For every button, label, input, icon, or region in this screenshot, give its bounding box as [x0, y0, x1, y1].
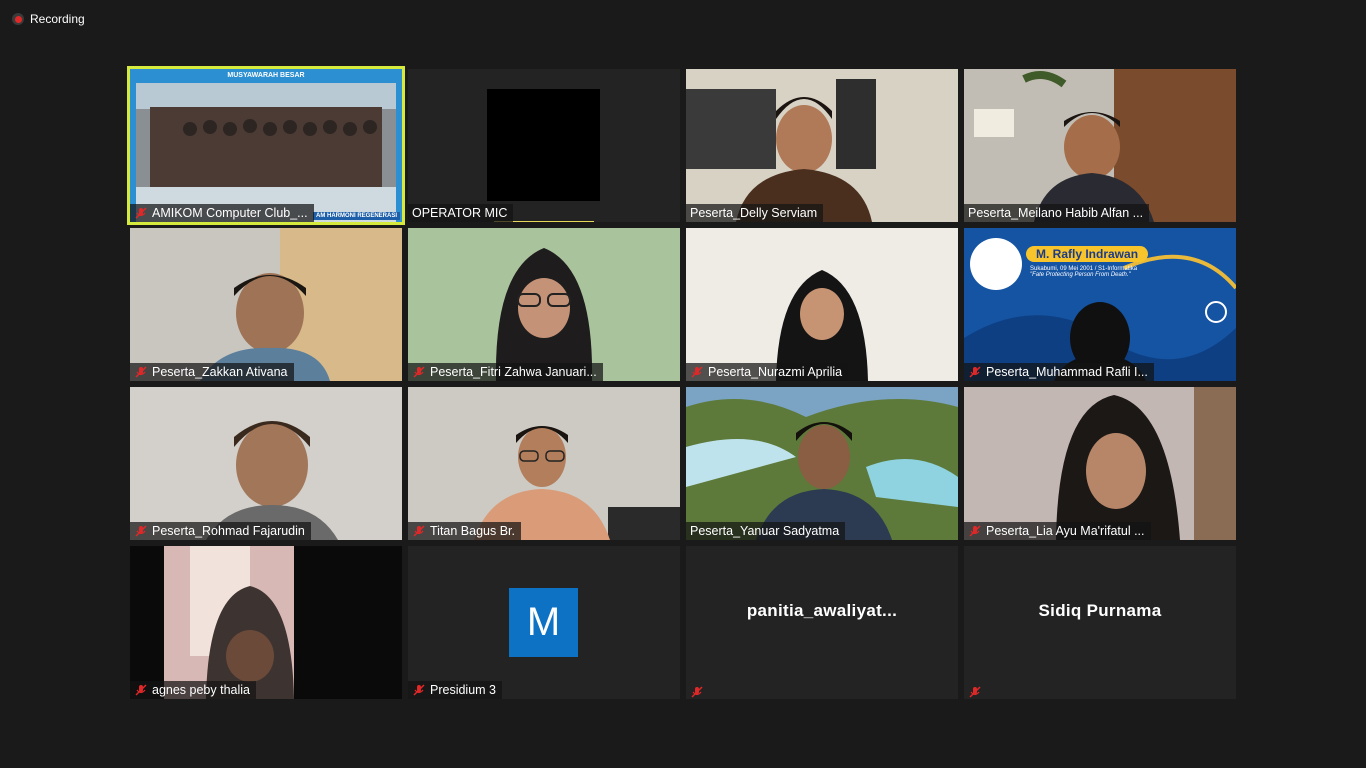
video-tile[interactable]: Sidiq Purnama — [964, 546, 1236, 699]
participant-name-tag: Peserta_Fitri Zahwa Januari... — [408, 363, 603, 381]
participant-name: Peserta_Fitri Zahwa Januari... — [430, 365, 597, 379]
card-subtitle: Sukabumi, 09 Mei 2001 / S1-Informatika "… — [1030, 266, 1160, 278]
banner-footer: AM HARMONI REGENERASI — [312, 212, 400, 220]
participant-video — [130, 546, 402, 699]
mic-muted-icon — [135, 366, 147, 378]
video-gallery: MUSYAWARAH BESAR AM HARMONI REGENERASI A… — [127, 66, 1236, 699]
video-tile[interactable]: OPERATOR MIC — [408, 69, 680, 222]
mic-muted-icon — [691, 366, 703, 378]
participant-video — [686, 69, 958, 222]
participant-display-name: Sidiq Purnama — [1038, 600, 1162, 620]
participant-name: Titan Bagus Br. — [430, 524, 515, 538]
participant-name: Peserta_Rohmad Fajarudin — [152, 524, 305, 538]
card-quote: "Fate Protecting Person From Death." — [1030, 272, 1131, 278]
participant-video — [130, 69, 402, 222]
participant-name-tag: Peserta_Meilano Habib Alfan ... — [964, 204, 1150, 222]
participant-name-tag: Peserta_Rohmad Fajarudin — [130, 522, 311, 540]
participant-display-name: panitia_awaliyat... — [746, 600, 898, 620]
avatar: M — [509, 588, 578, 657]
video-tile[interactable]: Peserta_Fitri Zahwa Januari... — [408, 228, 680, 381]
video-tile[interactable]: Peserta_Nurazmi Aprilia — [686, 228, 958, 381]
participant-name: Peserta_Nurazmi Aprilia — [708, 365, 843, 379]
participant-name: Peserta_Lia Ayu Ma'rifatul ... — [986, 524, 1145, 538]
participant-name-tag: Presidium 3 — [408, 681, 502, 699]
participant-name: Peserta_Delly Serviam — [690, 206, 818, 220]
video-tile[interactable]: Peserta_Delly Serviam — [686, 69, 958, 222]
participant-name: Peserta_Meilano Habib Alfan ... — [968, 206, 1144, 220]
participant-name-tag — [964, 685, 988, 699]
participant-video — [487, 89, 600, 201]
mic-muted-icon — [969, 686, 981, 698]
participant-name-tag: OPERATOR MIC — [408, 204, 514, 222]
participant-name-tag: Peserta_Zakkan Ativana — [130, 363, 294, 381]
mic-muted-icon — [135, 207, 147, 219]
participant-name-tag: agnes peby thalia — [130, 681, 256, 699]
video-tile[interactable]: Titan Bagus Br. — [408, 387, 680, 540]
video-tile[interactable]: MUSYAWARAH BESAR AM HARMONI REGENERASI A… — [127, 66, 405, 225]
participant-name: Peserta_Muhammad Rafli I... — [986, 365, 1148, 379]
participant-name-tag — [686, 685, 710, 699]
mic-muted-icon — [969, 366, 981, 378]
video-tile[interactable]: panitia_awaliyat... — [686, 546, 958, 699]
participant-name-tag: Peserta_Nurazmi Aprilia — [686, 363, 849, 381]
participant-video — [408, 228, 680, 381]
mic-muted-icon — [691, 686, 703, 698]
video-tile[interactable]: Peserta_Zakkan Ativana — [130, 228, 402, 381]
participant-name-tag: Peserta_Yanuar Sadyatma — [686, 522, 846, 540]
video-tile[interactable]: M. Rafly Indrawan Sukabumi, 09 Mei 2001 … — [964, 228, 1236, 381]
video-tile[interactable]: M Presidium 3 — [408, 546, 680, 699]
recording-label: Recording — [30, 12, 85, 26]
participant-name: Presidium 3 — [430, 683, 496, 697]
mic-muted-icon — [135, 525, 147, 537]
participant-name: OPERATOR MIC — [412, 206, 508, 220]
participant-video — [130, 387, 402, 540]
mic-muted-icon — [135, 684, 147, 696]
participant-name: agnes peby thalia — [152, 683, 250, 697]
participant-name-tag: AMIKOM Computer Club_... — [130, 204, 314, 222]
participant-name: Peserta_Yanuar Sadyatma — [690, 524, 840, 538]
participant-name: Peserta_Zakkan Ativana — [152, 365, 288, 379]
video-tile[interactable]: Peserta_Rohmad Fajarudin — [130, 387, 402, 540]
participant-name-tag: Titan Bagus Br. — [408, 522, 521, 540]
mic-muted-icon — [413, 684, 425, 696]
participant-name-tag: Peserta_Lia Ayu Ma'rifatul ... — [964, 522, 1151, 540]
mic-muted-icon — [969, 525, 981, 537]
participant-video — [964, 387, 1236, 540]
participant-name-tag: Peserta_Muhammad Rafli I... — [964, 363, 1154, 381]
video-tile[interactable]: Peserta_Lia Ayu Ma'rifatul ... — [964, 387, 1236, 540]
mic-muted-icon — [413, 366, 425, 378]
banner-title: MUSYAWARAH BESAR — [130, 69, 402, 83]
participant-video — [408, 387, 680, 540]
participant-video — [130, 228, 402, 381]
video-tile[interactable]: agnes peby thalia — [130, 546, 402, 699]
video-tile[interactable]: Peserta_Meilano Habib Alfan ... — [964, 69, 1236, 222]
participant-video — [964, 69, 1236, 222]
recording-indicator[interactable]: Recording — [12, 12, 85, 26]
participant-name-tag: Peserta_Delly Serviam — [686, 204, 824, 222]
mic-muted-icon — [413, 525, 425, 537]
record-icon — [12, 13, 24, 25]
participant-video — [686, 387, 958, 540]
video-tile[interactable]: Peserta_Yanuar Sadyatma — [686, 387, 958, 540]
participant-video — [686, 228, 958, 381]
card-title: M. Rafly Indrawan — [1026, 246, 1149, 262]
participant-name: AMIKOM Computer Club_... — [152, 206, 308, 220]
